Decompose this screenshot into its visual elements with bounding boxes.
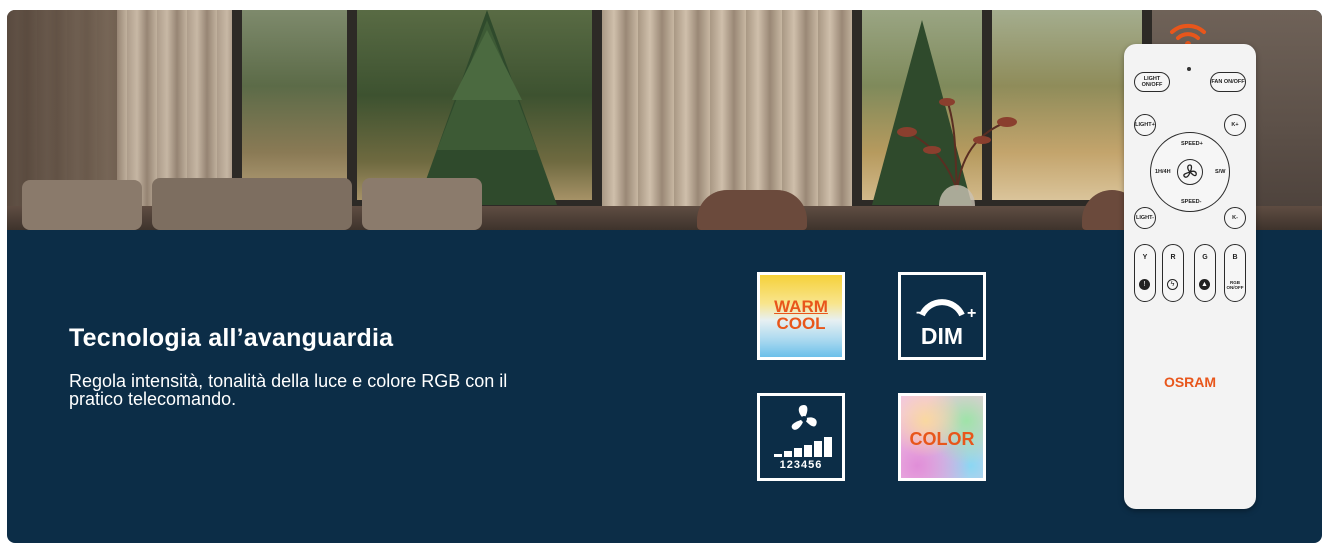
y-icon: !: [1139, 279, 1150, 290]
speed-plus-button[interactable]: SPEED+: [1181, 141, 1203, 147]
b-button[interactable]: B RGB ON/OFF: [1224, 244, 1246, 302]
fan-speed-icon: 123456: [757, 393, 845, 481]
light-plus-button[interactable]: LIGHT+: [1134, 114, 1156, 136]
y-button[interactable]: Y !: [1134, 244, 1156, 302]
g-icon: ▲: [1199, 279, 1210, 290]
r-button[interactable]: R ϟ: [1162, 244, 1184, 302]
cool-label: COOL: [776, 314, 826, 333]
season-button[interactable]: S/W: [1215, 169, 1225, 175]
speed-bars-icon: [774, 437, 832, 457]
k-plus-button[interactable]: K+: [1224, 114, 1246, 136]
fan-speed-levels: 123456: [779, 459, 823, 471]
b-label: B: [1232, 254, 1238, 261]
dim-plus: +: [967, 305, 977, 322]
banner-description: Regola intensità, tonalità della luce e …: [69, 371, 508, 409]
fan-icon: [791, 405, 817, 430]
dim-minus: −: [916, 305, 926, 322]
color-label: COLOR: [909, 429, 975, 449]
timer-button[interactable]: 1H/4H: [1155, 169, 1171, 175]
dim-icon: − + DIM: [898, 272, 986, 360]
fan-onoff-button[interactable]: FAN ON/OFF: [1210, 72, 1246, 92]
r-label: R: [1170, 254, 1176, 261]
g-label: G: [1202, 254, 1208, 261]
brand-logo: OSRAM: [1163, 374, 1217, 390]
rgb-color-icon: COLOR: [898, 393, 986, 481]
fan-icon: [1183, 164, 1197, 178]
banner-title: Tecnologia all’avanguardia: [69, 324, 394, 352]
k-minus-button[interactable]: K-: [1224, 207, 1246, 229]
fan-speed-wheel[interactable]: SPEED+ 1H/4H S/W SPEED-: [1150, 132, 1230, 212]
fan-button[interactable]: [1177, 159, 1203, 185]
rgb-onoff-label: RGB ON/OFF: [1226, 280, 1244, 290]
g-button[interactable]: G ▲: [1194, 244, 1216, 302]
speed-minus-button[interactable]: SPEED-: [1181, 199, 1201, 205]
ir-sensor: [1187, 67, 1191, 71]
pine-tree-icon: [417, 10, 557, 205]
warm-cool-icon: WARM COOL: [757, 272, 845, 360]
y-label: Y: [1142, 254, 1148, 261]
dim-label: DIM: [920, 323, 964, 349]
r-icon: ϟ: [1167, 279, 1178, 290]
light-minus-button[interactable]: LIGHT-: [1134, 207, 1156, 229]
plant-vase-icon: [897, 98, 1017, 225]
remote-control: LIGHT ON/OFF FAN ON/OFF LIGHT+ K+ SPEED+…: [1124, 44, 1256, 509]
light-onoff-button[interactable]: LIGHT ON/OFF: [1134, 72, 1170, 92]
